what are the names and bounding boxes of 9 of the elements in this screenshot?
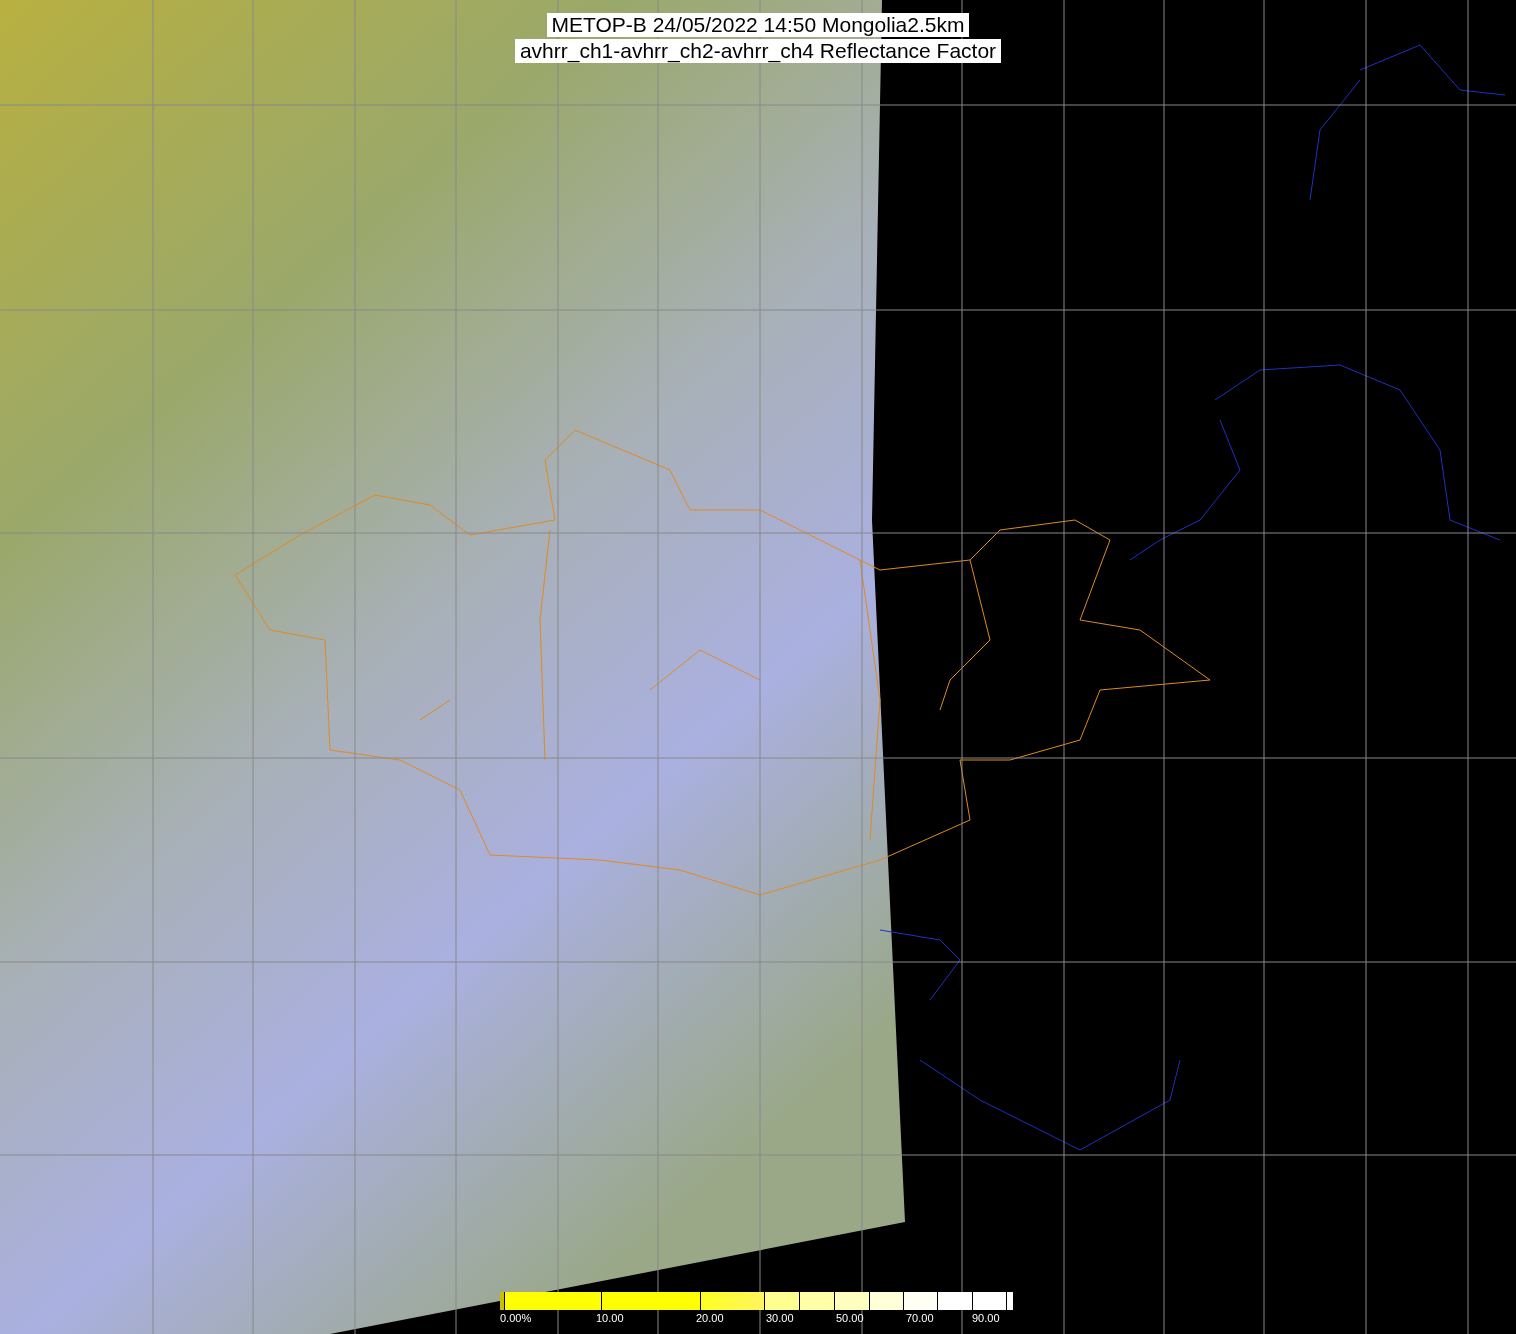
map-title: avhrr_ch1-avhrr_ch2-avhrr_ch4 Reflectance Factor: [514, 39, 1002, 63]
scale-label: 0.00%: [500, 1312, 532, 1324]
scale-label: 50.00: [836, 1312, 864, 1324]
scale-label: 20.00: [696, 1312, 724, 1324]
scale-label: 10.00: [596, 1312, 624, 1324]
scale-label: 30.00: [766, 1312, 794, 1324]
map-title: METOP-B 24/05/2022 14:50 Mongolia2.5km: [546, 13, 970, 37]
scale-label: 70.00: [906, 1312, 934, 1324]
scale-label: 90.00: [972, 1312, 1000, 1324]
